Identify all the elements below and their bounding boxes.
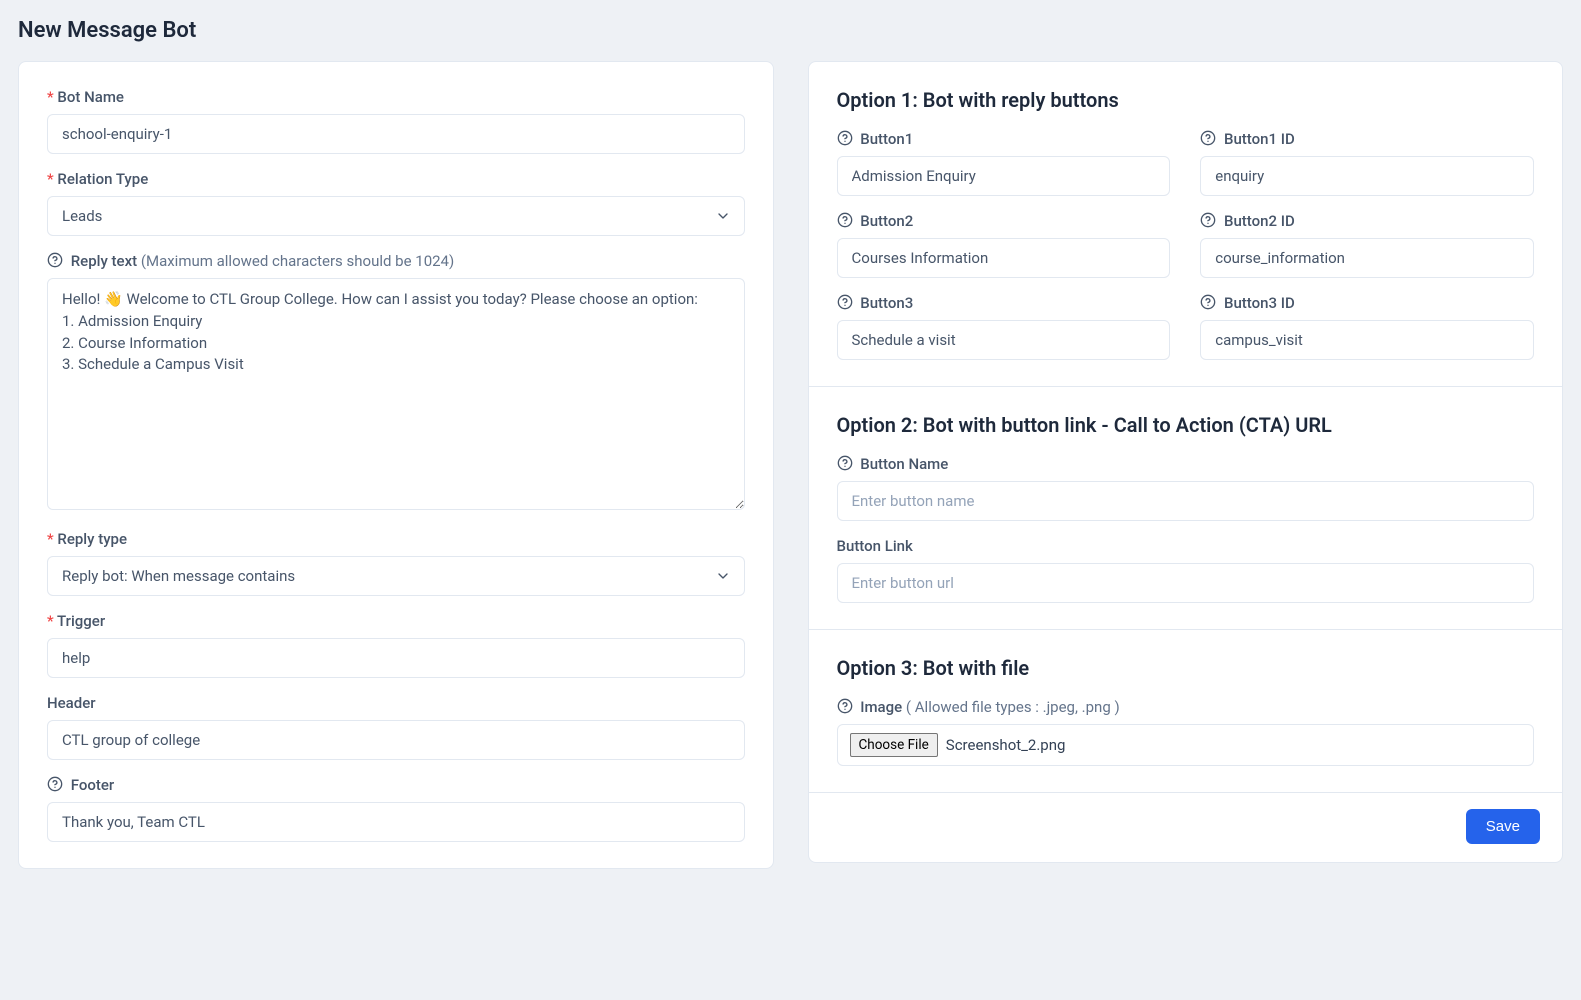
help-icon (1200, 294, 1216, 310)
selected-file-name: Screenshot_2.png (946, 736, 1066, 754)
help-icon (837, 212, 853, 228)
option1-heading: Option 1: Bot with reply buttons (837, 88, 1535, 112)
right-card: Option 1: Bot with reply buttons Button1 (808, 61, 1564, 863)
button3-id-label-text: Button3 ID (1224, 294, 1295, 312)
image-label-text: Image (860, 698, 906, 716)
button1-id-label-text: Button1 ID (1224, 130, 1295, 148)
button3-id-label: Button3 ID (1200, 294, 1534, 312)
button2-id-input[interactable] (1200, 238, 1534, 278)
footer-label: Footer (47, 776, 745, 794)
button1-id-label: Button1 ID (1200, 130, 1534, 148)
relation-type-select[interactable]: Leads (47, 196, 745, 236)
button2-id-label-text: Button2 ID (1224, 212, 1295, 230)
left-card: Bot Name Relation Type Leads Reply t (18, 61, 774, 869)
reply-text-label: Reply text (Maximum allowed characters s… (47, 252, 745, 270)
button2-label: Button2 (837, 212, 1171, 230)
relation-type-label: Relation Type (47, 170, 745, 188)
image-hint: ( Allowed file types : .jpeg, .png ) (906, 698, 1120, 716)
button2-id-label: Button2 ID (1200, 212, 1534, 230)
reply-text-hint: (Maximum allowed characters should be 10… (141, 252, 454, 270)
reply-type-label: Reply type (47, 530, 745, 548)
bot-name-input[interactable] (47, 114, 745, 154)
footer-input[interactable] (47, 802, 745, 842)
button-link-input[interactable] (837, 563, 1535, 603)
button1-label-text: Button1 (860, 130, 913, 148)
footer-label-text: Footer (71, 776, 114, 794)
button-link-label: Button Link (837, 537, 1535, 555)
button1-id-input[interactable] (1200, 156, 1534, 196)
header-input[interactable] (47, 720, 745, 760)
trigger-label: Trigger (47, 612, 745, 630)
reply-text-textarea[interactable] (47, 278, 745, 510)
button2-label-text: Button2 (860, 212, 913, 230)
button3-id-input[interactable] (1200, 320, 1534, 360)
button1-input[interactable] (837, 156, 1171, 196)
image-label: Image ( Allowed file types : .jpeg, .png… (837, 698, 1535, 716)
help-icon (837, 294, 853, 310)
help-icon (1200, 130, 1216, 146)
file-input-row[interactable]: Choose File Screenshot_2.png (837, 724, 1535, 766)
help-icon (1200, 212, 1216, 228)
page-title: New Message Bot (18, 18, 1563, 43)
bot-name-label: Bot Name (47, 88, 745, 106)
option2-heading: Option 2: Bot with button link - Call to… (837, 413, 1535, 437)
help-icon (837, 455, 853, 471)
button3-label-text: Button3 (860, 294, 913, 312)
reply-text-label-text: Reply text (71, 252, 141, 270)
button3-input[interactable] (837, 320, 1171, 360)
option3-heading: Option 3: Bot with file (837, 656, 1535, 680)
button-name-input[interactable] (837, 481, 1535, 521)
button3-label: Button3 (837, 294, 1171, 312)
choose-file-button[interactable]: Choose File (850, 733, 938, 757)
button1-label: Button1 (837, 130, 1171, 148)
header-label: Header (47, 694, 745, 712)
help-icon (47, 252, 63, 268)
reply-type-select[interactable]: Reply bot: When message contains (47, 556, 745, 596)
help-icon (837, 698, 853, 714)
help-icon (837, 130, 853, 146)
save-button[interactable]: Save (1466, 809, 1540, 844)
trigger-input[interactable] (47, 638, 745, 678)
help-icon (47, 776, 63, 792)
button2-input[interactable] (837, 238, 1171, 278)
button-name-label: Button Name (837, 455, 1535, 473)
button-name-label-text: Button Name (860, 455, 948, 473)
